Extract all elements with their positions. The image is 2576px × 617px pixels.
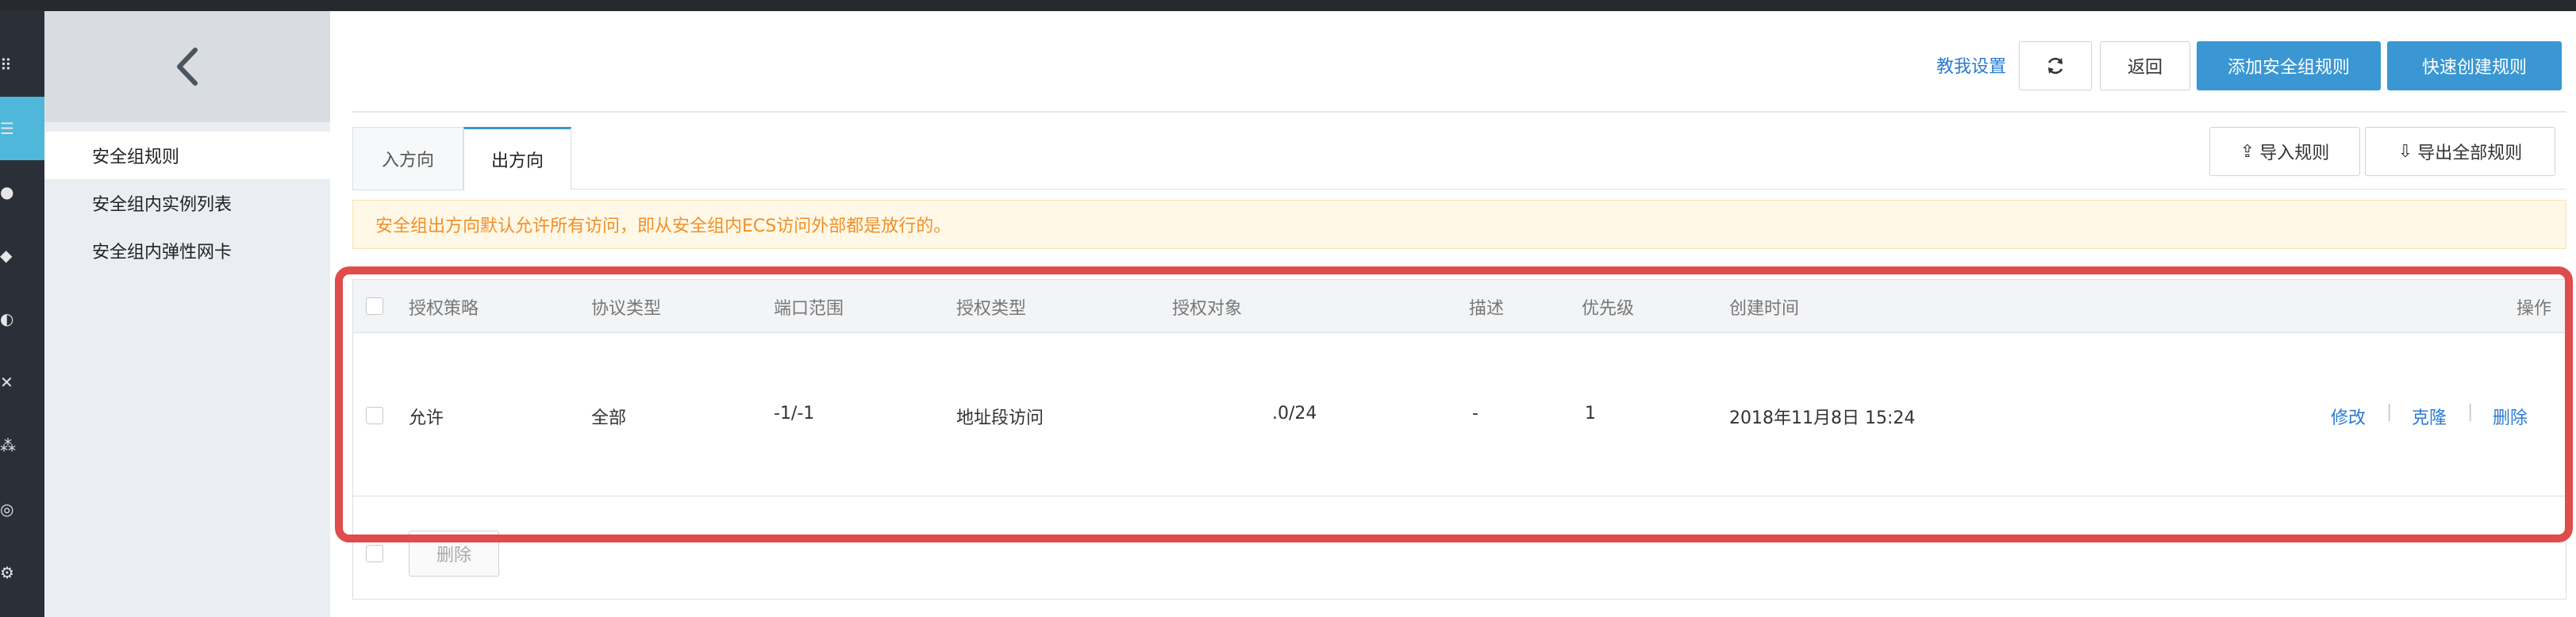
tab-inbound[interactable]: 入方向: [352, 127, 463, 190]
notice-banner: 安全组出方向默认允许所有访问，即从安全组内ECS访问外部都是放行的。: [352, 200, 2566, 249]
rail-item-global[interactable]: ◎: [0, 477, 44, 541]
rail-item-network[interactable]: ✕: [0, 351, 44, 414]
deploy-icon: ⁂: [0, 436, 16, 455]
chevron-left-icon: [177, 48, 198, 86]
rail-item-deploy[interactable]: ⁂: [0, 414, 44, 477]
export-rules-label: 导出全部规则: [2417, 144, 2523, 163]
gear-icon: ⚙: [0, 563, 14, 582]
sidebar-item-label: 安全组内实例列表: [92, 195, 233, 215]
rail-item-snapshot[interactable]: ◆: [0, 224, 44, 287]
icon-rail: ⠿ ☰ ● ◆ ◐ ✕ ⁂ ◎ ⚙: [0, 11, 44, 617]
rail-item-settings[interactable]: ⚙: [0, 541, 44, 604]
rail-item-image[interactable]: ◐: [0, 287, 44, 351]
main-content: 教我设置 返回 添加安全组规则 入方向 出方向 ⇪ 导入规则 ⇩ 导出全部规则 …: [330, 11, 2576, 617]
tab-outbound[interactable]: 出方向: [463, 127, 571, 190]
refresh-icon: [2047, 57, 2063, 75]
import-rules-label: 导入规则: [2259, 144, 2330, 163]
sidebar-item-eni[interactable]: 安全组内弹性网卡: [44, 227, 330, 274]
sidebar-item-instances[interactable]: 安全组内实例列表: [44, 179, 330, 227]
image-icon: ◐: [0, 309, 14, 328]
globe-icon: ◎: [0, 500, 14, 519]
download-icon: ⇩: [2397, 141, 2413, 162]
sidebar-item-label: 安全组规则: [92, 148, 180, 167]
rail-item-ecs[interactable]: ☰: [0, 97, 44, 160]
import-rules-button[interactable]: ⇪ 导入规则: [2209, 127, 2360, 176]
add-security-rule-button[interactable]: 添加安全组规则: [2197, 41, 2381, 90]
sidebar-item-rules[interactable]: 安全组规则: [44, 132, 330, 179]
sidebar: 安全组规则 安全组内实例列表 安全组内弹性网卡: [44, 11, 330, 617]
highlight-box: [335, 266, 2573, 542]
top-bar: [0, 0, 2576, 11]
grid-icon: ⠿: [0, 56, 12, 75]
tutorial-link[interactable]: 教我设置: [1936, 52, 2006, 78]
footer-select-checkbox[interactable]: [366, 545, 383, 562]
rail-item-disk[interactable]: ●: [0, 160, 44, 224]
server-icon: ☰: [0, 119, 14, 138]
upload-icon: ⇪: [2240, 141, 2255, 162]
notice-text: 安全组出方向默认允许所有访问，即从安全组内ECS访问外部都是放行的。: [375, 217, 952, 236]
sidebar-item-label: 安全组内弹性网卡: [92, 243, 233, 263]
header-divider: [352, 111, 2566, 113]
snapshot-icon: ◆: [0, 246, 13, 265]
export-rules-button[interactable]: ⇩ 导出全部规则: [2365, 127, 2555, 176]
quick-create-button[interactable]: 快速创建规则: [2387, 41, 2562, 90]
tab-baseline: [571, 189, 2566, 190]
back-button[interactable]: [44, 11, 330, 122]
disk-icon: ●: [0, 182, 14, 201]
reload-button[interactable]: [2019, 41, 2092, 90]
network-icon: ✕: [0, 373, 13, 392]
return-button[interactable]: 返回: [2100, 41, 2190, 90]
rail-item-apps[interactable]: ⠿: [0, 33, 44, 97]
